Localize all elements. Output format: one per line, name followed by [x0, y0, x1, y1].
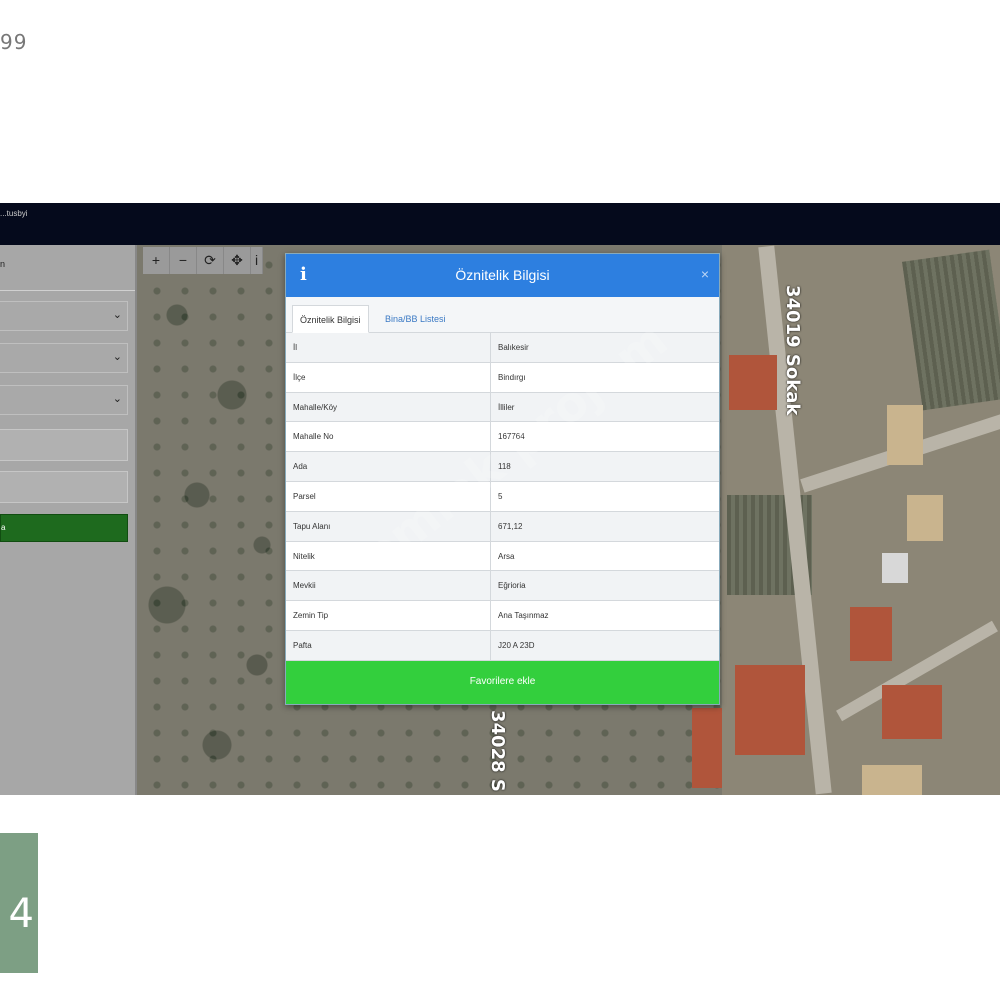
zoom-out-icon[interactable]: − [170, 247, 197, 274]
province-select[interactable]: ⌄ [0, 301, 128, 331]
tab-building-list[interactable]: Bina/BB Listesi [378, 305, 453, 333]
dialog-tabs: Öznitelik Bilgisi Bina/BB Listesi [286, 297, 719, 333]
chevron-down-icon: ⌄ [112, 393, 122, 405]
neighborhood-select[interactable]: ⌄ [0, 385, 128, 415]
row-key: Mahalle/Köy [286, 392, 491, 422]
map-building [882, 685, 942, 739]
corner-logo-glyph: 4 [8, 891, 34, 937]
row-key: İl [286, 333, 491, 362]
row-key: İlçe [286, 362, 491, 392]
row-key: Ada [286, 452, 491, 481]
map-building [850, 607, 892, 661]
street-label-34019: 34019 Sokak [782, 285, 803, 416]
table-row: Zemin Tip Ana Taşınmaz [286, 601, 719, 631]
corner-number: 99 [0, 30, 28, 54]
row-key: Pafta [286, 630, 491, 660]
row-key: Mevkii [286, 571, 491, 601]
sidebar-title: n [0, 259, 6, 269]
map-building [729, 355, 777, 410]
row-value: 5 [498, 491, 503, 501]
row-key: Mahalle No [286, 422, 491, 452]
tab-attribute-info[interactable]: Öznitelik Bilgisi [292, 305, 369, 333]
district-select[interactable]: ⌄ [0, 343, 128, 373]
query-sidebar: n ⌄ ⌄ ⌄ a [0, 245, 137, 795]
street-label-34028: 34028 S [487, 710, 508, 792]
map-building [735, 665, 805, 755]
top-bar: ...tusbyi [0, 203, 1000, 245]
row-value: 167764 [498, 432, 525, 442]
table-row: Tapu Alanı 671,12 [286, 511, 719, 542]
table-row: İlçe Bindırgı [286, 362, 719, 393]
row-key: Tapu Alanı [286, 511, 491, 541]
row-value: 118 [498, 462, 511, 472]
table-row: İl Balıkesir [286, 333, 719, 363]
app-title: ...tusbyi [0, 209, 28, 218]
block-input[interactable] [0, 429, 128, 461]
zoom-in-icon[interactable]: + [143, 247, 170, 274]
map-building [887, 405, 923, 465]
row-key: Parsel [286, 481, 491, 511]
sidebar-divider [0, 290, 135, 291]
row-value: Arsa [498, 551, 515, 561]
table-row: Nitelik Arsa [286, 541, 719, 572]
row-value: 671,12 [498, 521, 523, 531]
close-icon[interactable]: × [701, 266, 709, 282]
row-value: Ana Taşınmaz [498, 611, 549, 621]
table-row: Mahalle/Köy İlliler [286, 392, 719, 423]
query-button[interactable]: a [0, 514, 128, 542]
map-building [692, 708, 722, 788]
table-row: Pafta J20 A 23D [286, 630, 719, 661]
row-value: J20 A 23D [498, 640, 535, 650]
row-value: İlliler [498, 402, 515, 412]
info-icon[interactable]: i [251, 247, 263, 274]
chevron-down-icon: ⌄ [112, 351, 122, 363]
row-value: Bindırgı [498, 372, 526, 382]
refresh-icon[interactable]: ⟳ [197, 247, 224, 274]
map-toolbar: + − ⟳ ✥ i [143, 247, 263, 274]
attribute-table: İl Balıkesir İlçe Bindırgı Mahalle/Köy İlli… [286, 333, 719, 661]
parcel-input[interactable] [0, 471, 128, 503]
map-building [882, 553, 908, 583]
table-row: Parsel 5 [286, 481, 719, 512]
table-row: Ada 118 [286, 452, 719, 482]
map-building [907, 495, 943, 541]
chevron-down-icon: ⌄ [112, 309, 122, 321]
screenshot-canvas: 99 ...tusbyi n ⌄ ⌄ ⌄ a 34019 Sokak 34028… [0, 0, 1000, 1000]
row-key: Zemin Tip [286, 601, 491, 630]
table-row: Mevkii Eğrioria [286, 571, 719, 602]
row-value: Eğrioria [498, 581, 526, 591]
row-key: Nitelik [286, 541, 491, 571]
add-to-favorites-button[interactable]: Favorilere ekle [286, 661, 719, 704]
corner-logo: 4 [0, 833, 38, 973]
table-row: Mahalle No 167764 [286, 422, 719, 453]
row-value: Balıkesir [498, 343, 529, 352]
dialog-header: i Öznitelik Bilgisi × [286, 254, 719, 297]
dialog-title: Öznitelik Bilgisi [455, 267, 550, 283]
attribute-info-dialog: i Öznitelik Bilgisi × Öznitelik Bilgisi … [285, 253, 720, 705]
map-building [862, 765, 922, 795]
locate-icon[interactable]: ✥ [224, 247, 251, 274]
